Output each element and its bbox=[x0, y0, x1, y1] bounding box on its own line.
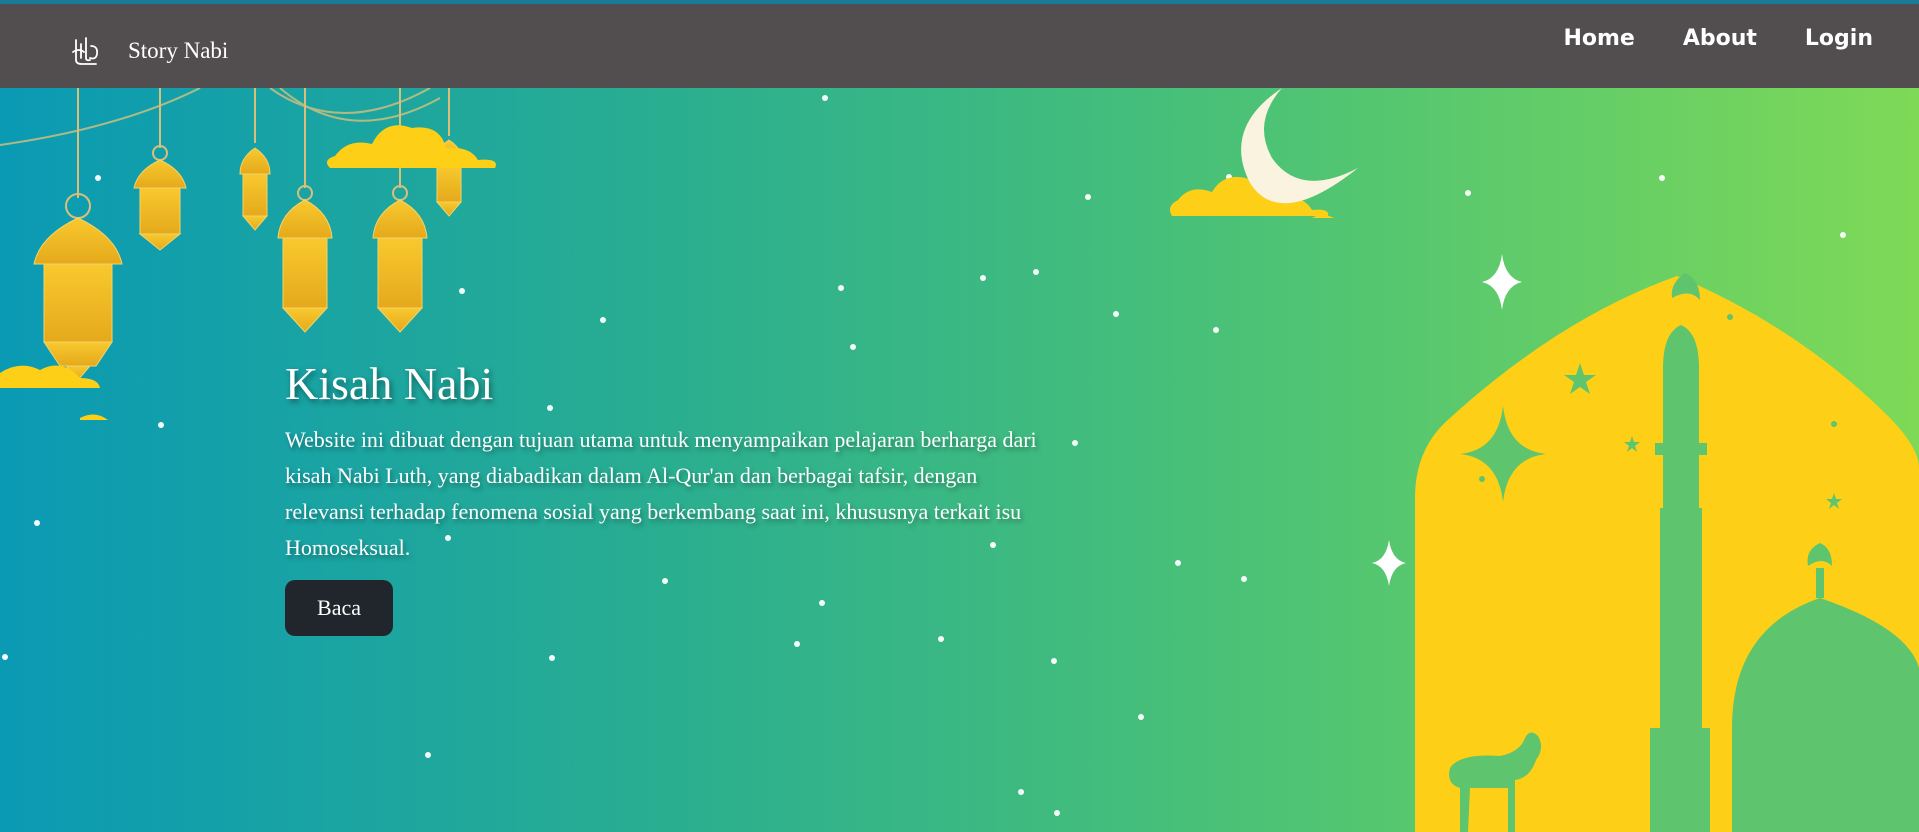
crescent-moon bbox=[1241, 88, 1358, 204]
navbar: Story Nabi Home About Login bbox=[0, 4, 1919, 88]
calligraphy-logo-icon bbox=[72, 37, 99, 65]
top-accent-line bbox=[0, 0, 1919, 4]
hero-description: Website ini dibuat dengan tujuan utama u… bbox=[285, 427, 1037, 560]
nav-link-login[interactable]: Login bbox=[1805, 26, 1873, 51]
hero-section: Kisah Nabi Website ini dibuat dengan tuj… bbox=[0, 88, 1919, 832]
read-button[interactable]: Baca bbox=[285, 580, 393, 636]
hero-title: Kisah Nabi bbox=[285, 358, 494, 409]
nav-link-about[interactable]: About bbox=[1683, 26, 1757, 51]
nav-links: Home About Login bbox=[1515, 26, 1873, 51]
nav-link-home[interactable]: Home bbox=[1563, 26, 1634, 51]
brand-name: Story Nabi bbox=[128, 38, 229, 63]
brand[interactable]: Story Nabi bbox=[70, 34, 228, 68]
hero-content: Kisah Nabi Website ini dibuat dengan tuj… bbox=[285, 356, 1045, 636]
mosque-silhouette bbox=[1415, 273, 1919, 832]
